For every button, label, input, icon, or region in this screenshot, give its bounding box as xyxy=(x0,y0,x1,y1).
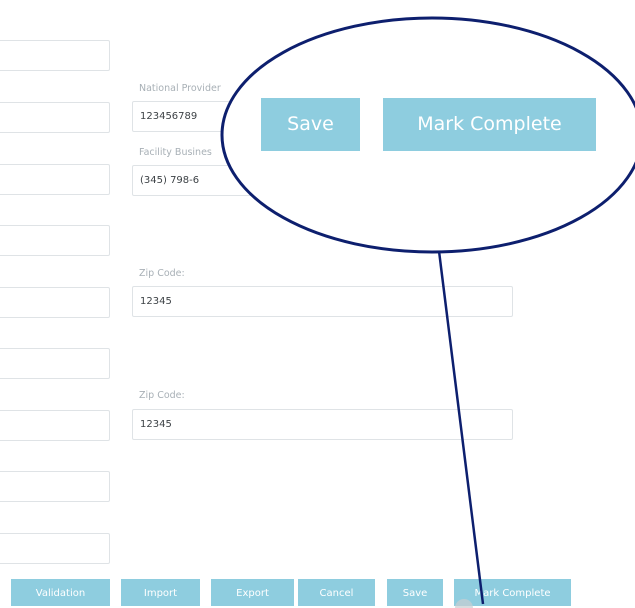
zoom-callout-annotation xyxy=(220,16,635,608)
mark-complete-button-zoomed[interactable]: Mark Complete xyxy=(383,98,596,151)
save-button-zoomed[interactable]: Save xyxy=(261,98,360,151)
cursor-indicator xyxy=(455,599,473,608)
pointer-line xyxy=(437,250,485,605)
form-page: National Provider 123456789 Facility Bus… xyxy=(0,0,635,608)
